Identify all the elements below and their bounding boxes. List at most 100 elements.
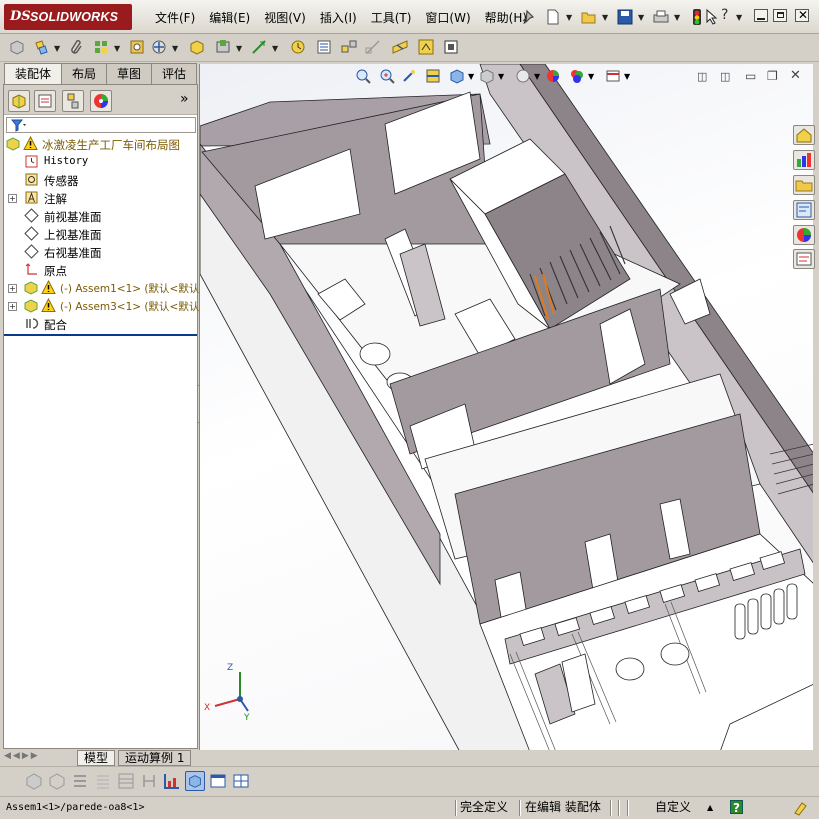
tree-item-top-plane[interactable]: 上视基准面	[4, 225, 197, 243]
chevron-down-icon[interactable]: ▼	[236, 44, 242, 53]
custom-properties-tab[interactable]	[793, 249, 815, 269]
single-view-icon[interactable]	[208, 771, 228, 791]
menu-file[interactable]: 文件(F)	[148, 9, 202, 26]
tree-root[interactable]: 冰激凌生产工厂车间布局图	[4, 135, 197, 153]
bill-of-materials-icon[interactable]	[315, 38, 333, 56]
minimize-icon[interactable]: ▭	[745, 69, 756, 83]
select-pointer-icon[interactable]	[704, 8, 722, 26]
expand-toggle[interactable]: +	[8, 302, 17, 311]
tree-filter[interactable]	[6, 117, 196, 133]
show-hidden-components-icon[interactable]	[188, 38, 206, 56]
chevron-down-icon[interactable]: ▼	[566, 13, 572, 22]
mate-icon[interactable]	[32, 38, 50, 56]
insert-component-icon[interactable]	[8, 38, 26, 56]
graphics-area[interactable]: Z X Y ▼ ▼ ▼ ▼ ▼ ◫ ◫ ▭ ❐ ✕	[199, 64, 813, 752]
chevron-down-icon[interactable]: ▼	[534, 72, 540, 81]
move-component-icon[interactable]	[150, 38, 168, 56]
tree-rollback-bar[interactable]	[4, 334, 197, 336]
chevron-down-icon[interactable]: ▼	[114, 44, 120, 53]
chevron-down-icon[interactable]: ▼	[498, 72, 504, 81]
appearances-tab[interactable]	[793, 225, 815, 245]
previous-view-icon[interactable]	[401, 68, 417, 84]
menu-view[interactable]: 视图(V)	[257, 9, 313, 26]
open-folder-icon[interactable]	[580, 8, 598, 26]
distribute-icon[interactable]	[93, 771, 113, 791]
table-view-icon[interactable]	[231, 771, 251, 791]
expand-toggle[interactable]: +	[8, 194, 17, 203]
tab-nav-arrows-icon[interactable]: ◀◀▶▶	[4, 751, 40, 761]
tree-item-right-plane[interactable]: 右视基准面	[4, 243, 197, 261]
chevron-down-icon[interactable]: ▼	[674, 13, 680, 22]
section-view-icon[interactable]	[425, 68, 441, 84]
assembly-visualization-icon[interactable]	[417, 38, 435, 56]
linear-pattern-icon[interactable]	[92, 38, 110, 56]
tab-layout[interactable]: 布局	[61, 63, 108, 84]
explode-line-sketch-icon[interactable]	[364, 38, 382, 56]
configuration-manager-tab[interactable]	[62, 90, 84, 112]
chevron-down-icon[interactable]: ▼	[588, 72, 594, 81]
close-icon[interactable]: ✕	[790, 68, 801, 83]
assembly-features-icon[interactable]	[214, 38, 232, 56]
wireframe-icon[interactable]	[47, 771, 67, 791]
new-motion-study-icon[interactable]	[289, 38, 307, 56]
view-palette-tab[interactable]	[793, 200, 815, 220]
status-units[interactable]: 自定义	[655, 800, 691, 816]
menu-edit[interactable]: 编辑(E)	[202, 9, 257, 26]
chart-icon[interactable]	[162, 771, 182, 791]
menu-insert[interactable]: 插入(I)	[313, 9, 364, 26]
close-button[interactable]: ✕	[795, 8, 809, 22]
menu-window[interactable]: 窗口(W)	[418, 9, 477, 26]
display-style-icon[interactable]	[479, 68, 495, 84]
view-orientation-icon[interactable]	[449, 68, 465, 84]
align-icon[interactable]	[70, 771, 90, 791]
hide-show-items-icon[interactable]	[515, 68, 531, 84]
tab-model[interactable]: 模型	[77, 750, 116, 766]
tree-item-assem3[interactable]: + (-) Assem3<1> (默认<默认	[4, 297, 199, 315]
paperclip-icon[interactable]	[68, 38, 86, 56]
solidworks-resources-tab[interactable]	[793, 125, 815, 145]
tab-motion-study[interactable]: 运动算例 1	[118, 750, 192, 766]
rebuild-status-icon[interactable]	[792, 800, 808, 816]
tree-item-annotations[interactable]: + 注解	[4, 189, 197, 207]
chevron-up-icon[interactable]: ▲	[707, 800, 713, 816]
chevron-down-icon[interactable]: ▼	[624, 72, 630, 81]
restore-button[interactable]	[773, 9, 787, 22]
feature-manager-tab[interactable]	[8, 90, 30, 112]
pin-icon[interactable]	[518, 8, 536, 26]
exploded-view-icon[interactable]	[340, 38, 358, 56]
zoom-to-fit-icon[interactable]	[355, 68, 371, 84]
edit-appearance-icon[interactable]	[545, 68, 561, 84]
tree-item-mates[interactable]: 配合	[4, 315, 197, 333]
view-settings-icon[interactable]	[605, 68, 621, 84]
chevron-down-icon[interactable]: ▼	[638, 13, 644, 22]
property-manager-tab[interactable]	[34, 90, 56, 112]
chevron-down-icon[interactable]: ▼	[736, 13, 742, 22]
split-view-icon[interactable]: ◫	[720, 70, 730, 83]
tab-evaluate[interactable]: 评估	[151, 63, 198, 84]
chevron-down-icon[interactable]: ▼	[602, 13, 608, 22]
tree-item-assem1[interactable]: + (-) Assem1<1> (默认<默认	[4, 279, 199, 297]
expand-toggle[interactable]: +	[8, 284, 17, 293]
file-explorer-tab[interactable]	[793, 175, 815, 195]
tree-item-front-plane[interactable]: 前视基准面	[4, 207, 197, 225]
tab-assembly[interactable]: 装配体	[4, 63, 63, 84]
interference-detection-icon[interactable]	[391, 38, 409, 56]
factory-layout-model[interactable]: Z X Y	[200, 64, 813, 752]
expand-panel-icon[interactable]: »	[180, 91, 189, 107]
3d-view-icon[interactable]	[185, 771, 205, 791]
minimize-button[interactable]	[754, 9, 768, 22]
smart-fasteners-icon[interactable]	[128, 38, 146, 56]
chevron-down-icon[interactable]: ▼	[54, 44, 60, 53]
zoom-area-icon[interactable]	[379, 68, 395, 84]
restore-icon[interactable]: ❐	[767, 69, 778, 83]
tree-item-sensors[interactable]: 传感器	[4, 171, 197, 189]
instant3d-icon[interactable]	[442, 38, 460, 56]
tree-item-origin[interactable]: 原点	[4, 261, 197, 279]
print-icon[interactable]	[652, 8, 670, 26]
display-manager-tab[interactable]	[90, 90, 112, 112]
chevron-down-icon[interactable]: ▼	[172, 44, 178, 53]
apply-scene-icon[interactable]	[569, 68, 585, 84]
menu-tools[interactable]: 工具(T)	[364, 9, 419, 26]
reference-geometry-icon[interactable]	[250, 38, 268, 56]
new-document-icon[interactable]	[544, 8, 562, 26]
